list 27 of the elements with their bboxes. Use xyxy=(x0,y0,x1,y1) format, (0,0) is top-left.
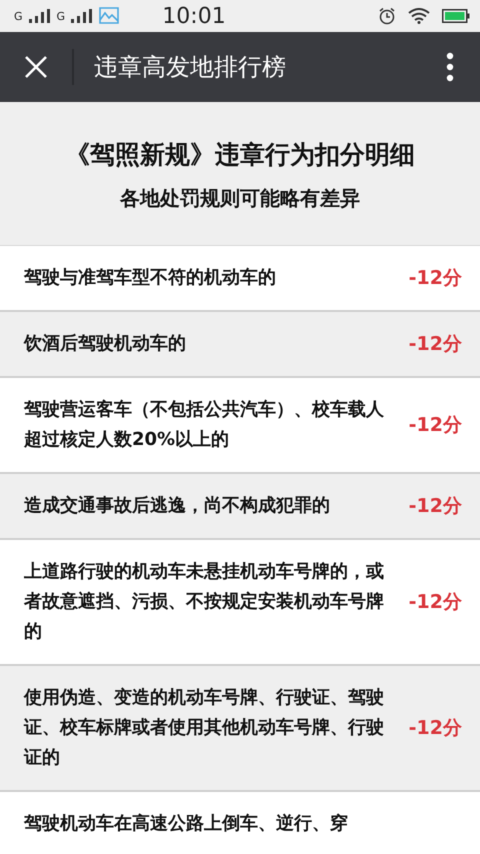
violation-text: 饮酒后驾驶机动车的 xyxy=(24,332,187,356)
network-type: G xyxy=(14,10,23,22)
image-icon xyxy=(99,7,120,25)
violation-text: 驾驶营运客车（不包括公共汽车）、校车载人超过核定人数20%以上的 xyxy=(24,398,385,452)
penalty-points: -12分 xyxy=(408,266,462,291)
penalty-points: -12分 xyxy=(408,413,462,438)
violation-text: 上道路行驶的机动车未悬挂机动车号牌的，或者故意遮挡、污损、不按规定安装机动车号牌的 xyxy=(24,560,385,644)
page-title: 违章高发地排行榜 xyxy=(94,52,287,83)
status-time: 10:01 xyxy=(162,4,226,28)
section-title: 《驾照新规》违章行为扣分明细 xyxy=(65,139,415,171)
wifi-icon xyxy=(408,8,430,24)
network-type: G xyxy=(56,10,66,22)
penalty-points: -12分 xyxy=(408,332,462,357)
penalty-points: -12分 xyxy=(408,716,462,741)
signal-icon xyxy=(71,9,94,23)
more-icon xyxy=(446,52,454,82)
penalty-points: -12分 xyxy=(408,590,462,615)
signal-icon xyxy=(28,9,51,23)
battery-icon xyxy=(442,9,470,23)
violation-text: 造成交通事故后逃逸，尚不构成犯罪的 xyxy=(24,494,331,518)
penalty-points: -12分 xyxy=(408,494,462,519)
violation-text: 驾驶机动车在高速公路上倒车、逆行、穿 xyxy=(24,812,349,836)
close-icon xyxy=(24,55,48,79)
violation-text: 使用伪造、变造的机动车号牌、行驶证、驾驶证、校车标牌或者使用其他机动车号牌、行驶证的 xyxy=(24,686,385,770)
alarm-icon xyxy=(378,7,396,25)
section-subtitle: 各地处罚规则可能略有差异 xyxy=(120,185,360,212)
violation-text: 驾驶与准驾车型不符的机动车的 xyxy=(24,266,277,290)
